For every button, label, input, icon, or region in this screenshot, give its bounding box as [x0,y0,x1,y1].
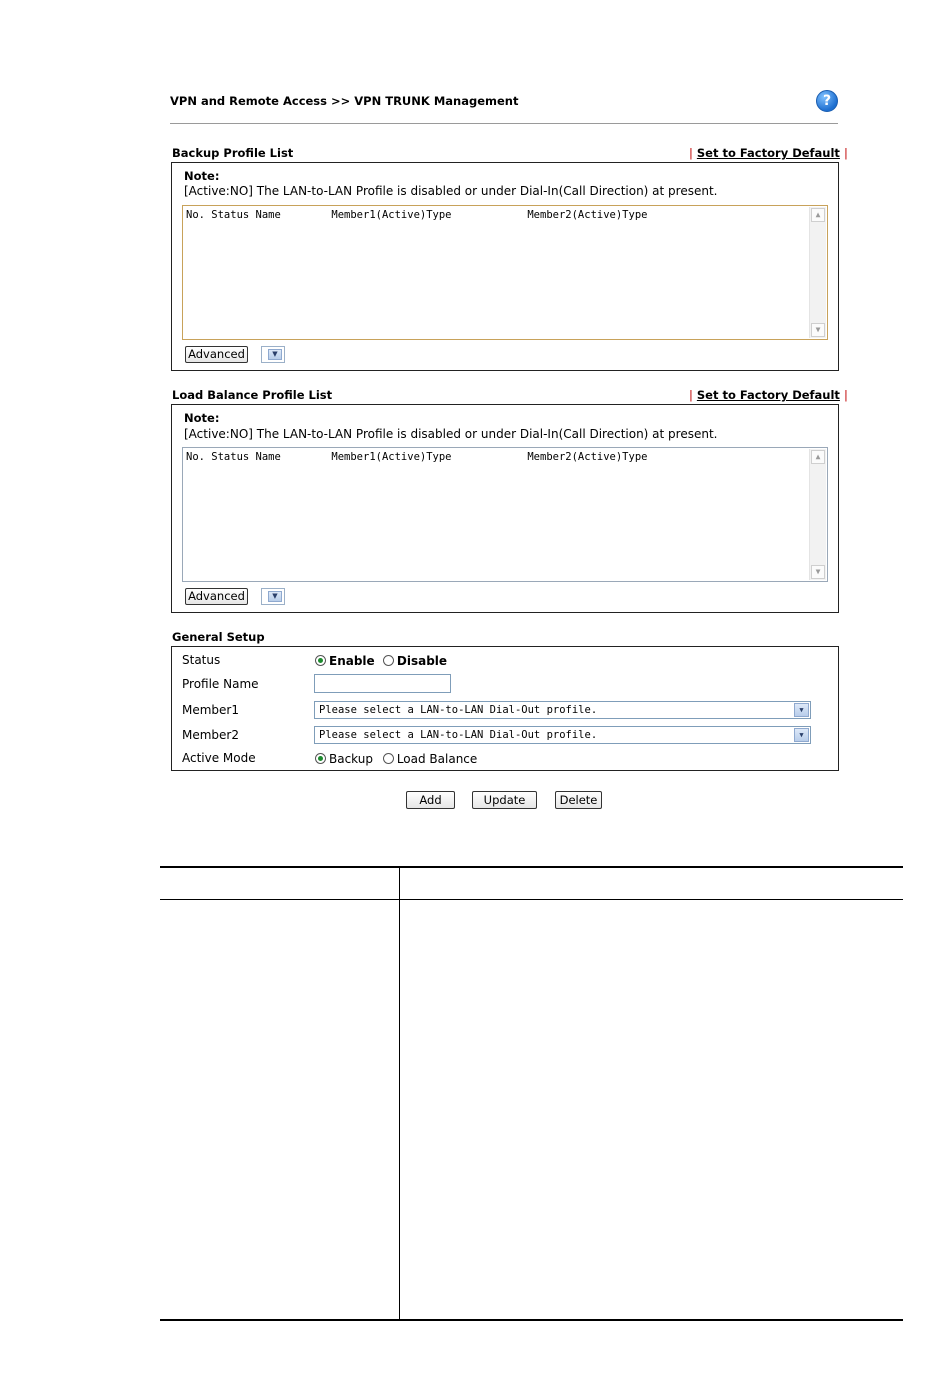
backup-list-header: No. Status Name Member1(Active)Type Memb… [186,209,648,221]
breadcrumb: VPN and Remote Access >> VPN TRUNK Manag… [170,94,519,108]
load-balance-list-scrollbar[interactable]: ▲ ▼ [809,449,826,580]
load-balance-profile-list[interactable]: No. Status Name Member1(Active)Type Memb… [182,447,828,582]
status-enable-radio[interactable] [315,655,326,666]
backup-factory-default: | Set to Factory Default | [689,146,848,160]
help-icon[interactable]: ? [816,90,838,112]
backup-list-scrollbar[interactable]: ▲ ▼ [809,207,826,338]
profile-name-label: Profile Name [182,677,259,691]
profile-name-input[interactable] [314,674,451,693]
add-button[interactable]: Add [406,791,455,809]
backup-advanced-select[interactable]: ▼ [261,346,285,363]
member1-label: Member1 [182,703,239,717]
chevron-down-icon: ▼ [268,349,282,360]
backup-profile-list[interactable]: No. Status Name Member1(Active)Type Memb… [182,205,828,340]
table-header-rule [160,899,903,900]
active-mode-load-balance-label: Load Balance [396,752,478,766]
load-balance-profile-panel: Note: [Active:NO] The LAN-to-LAN Profile… [171,404,839,613]
member2-label: Member2 [182,728,239,742]
load-balance-advanced-select[interactable]: ▼ [261,588,285,605]
scroll-up-icon[interactable]: ▲ [811,208,825,222]
active-mode-load-balance-radio[interactable] [382,753,394,764]
backup-set-to-factory-default-link[interactable]: Set to Factory Default [697,146,840,160]
scroll-down-icon[interactable]: ▼ [811,565,825,579]
header-divider [170,123,838,124]
table-top-rule [160,866,903,868]
chevron-down-icon: ▼ [794,728,809,742]
backup-note-text: [Active:NO] The LAN-to-LAN Profile is di… [184,184,718,198]
member1-select[interactable]: Please select a LAN-to-LAN Dial-Out prof… [314,701,811,719]
general-setup-title: General Setup [172,630,265,644]
load-balance-advanced-button[interactable]: Advanced [185,588,248,605]
status-enable-label: Enable [329,654,375,668]
table-column-divider [399,866,400,1320]
active-mode-radio-group: Backup Load Balance [315,752,477,766]
active-mode-backup-label: Backup [329,752,373,766]
scroll-up-icon[interactable]: ▲ [811,450,825,464]
member2-selected-value: Please select a LAN-to-LAN Dial-Out prof… [319,729,598,741]
status-radio-group: Enable Disable [315,654,447,668]
backup-note-title: Note: [184,169,220,183]
load-balance-note-title: Note: [184,411,220,425]
load-balance-set-to-factory-default-link[interactable]: Set to Factory Default [697,388,840,402]
chevron-down-icon: ▼ [794,703,809,717]
separator: | [843,146,848,160]
load-balance-list-header: No. Status Name Member1(Active)Type Memb… [186,451,648,463]
load-balance-factory-default: | Set to Factory Default | [689,388,848,402]
load-balance-note-text: [Active:NO] The LAN-to-LAN Profile is di… [184,427,718,441]
active-mode-label: Active Mode [182,751,256,765]
active-mode-backup-radio[interactable] [315,753,326,764]
backup-advanced-button[interactable]: Advanced [185,346,248,363]
scroll-down-icon[interactable]: ▼ [811,323,825,337]
general-setup-panel: Status Enable Disable Profile Name Membe… [171,646,839,771]
separator: | [689,388,693,402]
separator: | [689,146,693,160]
delete-button[interactable]: Delete [555,791,602,809]
member1-selected-value: Please select a LAN-to-LAN Dial-Out prof… [319,704,598,716]
status-disable-label: Disable [396,654,448,668]
backup-profile-panel: Note: [Active:NO] The LAN-to-LAN Profile… [171,162,839,371]
table-bottom-rule [160,1319,903,1321]
chevron-down-icon: ▼ [268,591,282,602]
load-balance-profile-list-title: Load Balance Profile List [172,388,333,402]
status-disable-radio[interactable] [382,655,394,666]
separator: | [843,388,848,402]
member2-select[interactable]: Please select a LAN-to-LAN Dial-Out prof… [314,726,811,744]
backup-profile-list-title: Backup Profile List [172,146,294,160]
update-button[interactable]: Update [472,791,537,809]
status-label: Status [182,653,221,667]
